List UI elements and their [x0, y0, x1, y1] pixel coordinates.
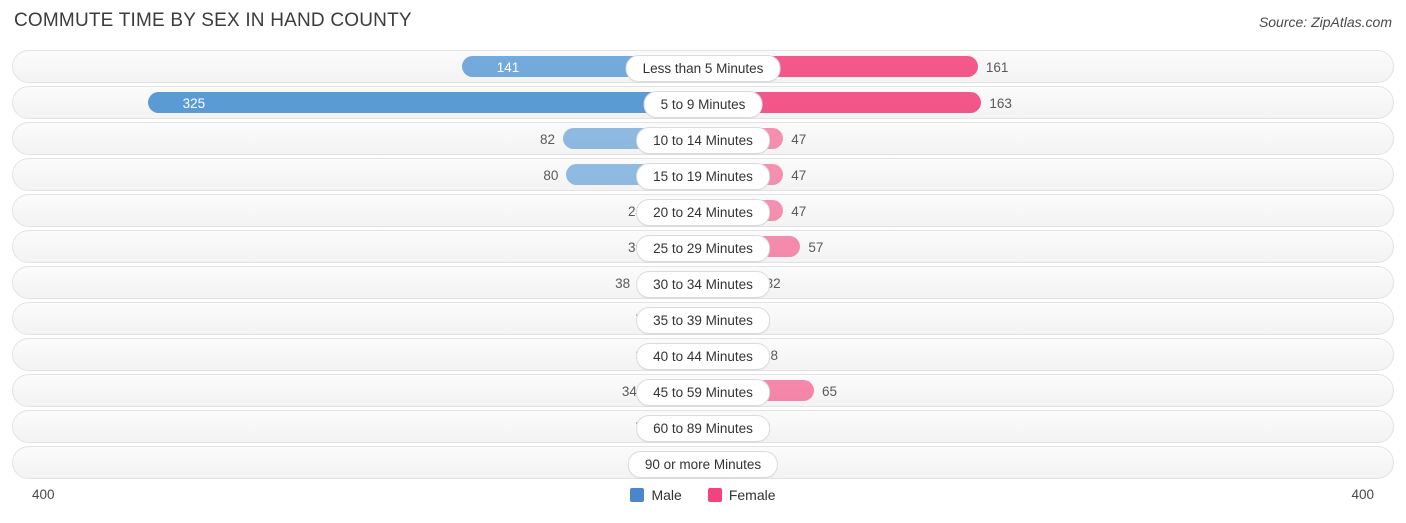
female-half: 32 [703, 267, 1393, 298]
female-half: 161 [703, 51, 1393, 82]
male-half: 3 [13, 339, 703, 370]
category-label: 45 to 59 Minutes [636, 379, 770, 406]
value-male: 38 [615, 276, 631, 291]
male-half: 7 [13, 411, 703, 442]
female-half: 2 [703, 411, 1393, 442]
female-half: 65 [703, 375, 1393, 406]
legend-item-female[interactable]: Female [707, 487, 776, 503]
female-half: 47 [703, 159, 1393, 190]
legend-swatch-male-icon [630, 488, 645, 502]
chart-row: 80 47 15 to 19 Minutes [12, 158, 1394, 191]
category-label: Less than 5 Minutes [625, 55, 781, 82]
category-label: 15 to 19 Minutes [636, 163, 770, 190]
male-half: 30 [13, 231, 703, 262]
value-female: 161 [985, 60, 1009, 75]
female-half: 47 [703, 123, 1393, 154]
male-half: 38 [13, 267, 703, 298]
chart-row: 1090 or more Minutes [12, 446, 1394, 479]
diverging-bar-chart: 141 161 Less than 5 Minutes 325 163 5 to 9 Mi… [12, 50, 1394, 485]
category-label: 35 to 39 Minutes [636, 307, 770, 334]
chart-row: 24 47 20 to 24 Minutes [12, 194, 1394, 227]
chart-row: 141 161 Less than 5 Minutes [12, 50, 1394, 83]
male-half: 141 [13, 51, 703, 82]
page-title: COMMUTE TIME BY SEX IN HAND COUNTY [14, 10, 412, 31]
category-label: 10 to 14 Minutes [636, 127, 770, 154]
category-label: 60 to 89 Minutes [636, 415, 770, 442]
male-half: 82 [13, 123, 703, 154]
female-half: 47 [703, 195, 1393, 226]
male-half: 34 [13, 375, 703, 406]
male-half: 24 [13, 195, 703, 226]
value-male: 34 [621, 384, 637, 399]
legend-swatch-female-icon [707, 488, 722, 502]
chart-legend: Male Female [0, 487, 1406, 503]
category-label: 25 to 29 Minutes [636, 235, 770, 262]
value-female: 163 [989, 96, 1012, 111]
chart-row: 7135 to 39 Minutes [12, 302, 1394, 335]
legend-label-male: Male [651, 487, 682, 503]
category-label: 20 to 24 Minutes [636, 199, 770, 226]
value-female: 47 [791, 204, 807, 219]
value-female: 47 [791, 168, 807, 183]
male-half: 80 [13, 159, 703, 190]
value-male: 82 [539, 132, 555, 147]
value-female: 65 [821, 384, 838, 399]
female-half: 1 [703, 303, 1393, 334]
chart-row: 38 32 30 to 34 Minutes [12, 266, 1394, 299]
category-label: 30 to 34 Minutes [636, 271, 770, 298]
category-label: 40 to 44 Minutes [636, 343, 770, 370]
value-male: 141 [496, 60, 520, 75]
value-female: 47 [791, 132, 807, 147]
female-half: 0 [703, 447, 1393, 478]
chart-row: 325 163 5 to 9 Minutes [12, 86, 1394, 119]
chart-row: 30 57 25 to 29 Minutes [12, 230, 1394, 263]
female-half: 57 [703, 231, 1393, 262]
value-female: 57 [808, 240, 824, 255]
male-half: 325 [13, 87, 703, 118]
chart-row: 7260 to 89 Minutes [12, 410, 1394, 443]
chart-row: 82 47 10 to 14 Minutes [12, 122, 1394, 155]
category-label: 5 to 9 Minutes [643, 91, 763, 118]
bar-male[interactable] [148, 92, 703, 113]
category-label: 90 or more Minutes [627, 451, 779, 478]
female-half: 163 [703, 87, 1393, 118]
male-half: 7 [13, 303, 703, 334]
chart-row: 31840 to 44 Minutes [12, 338, 1394, 371]
legend-item-male[interactable]: Male [630, 487, 682, 503]
male-half: 1 [13, 447, 703, 478]
source-label: Source: ZipAtlas.com [1258, 14, 1392, 30]
chart-row: 34 65 45 to 59 Minutes [12, 374, 1394, 407]
value-male: 325 [182, 96, 206, 111]
chart-page: COMMUTE TIME BY SEX IN HAND COUNTY Sourc… [0, 0, 1406, 523]
female-half: 18 [703, 339, 1393, 370]
legend-label-female: Female [728, 487, 776, 503]
value-male: 80 [543, 168, 559, 183]
